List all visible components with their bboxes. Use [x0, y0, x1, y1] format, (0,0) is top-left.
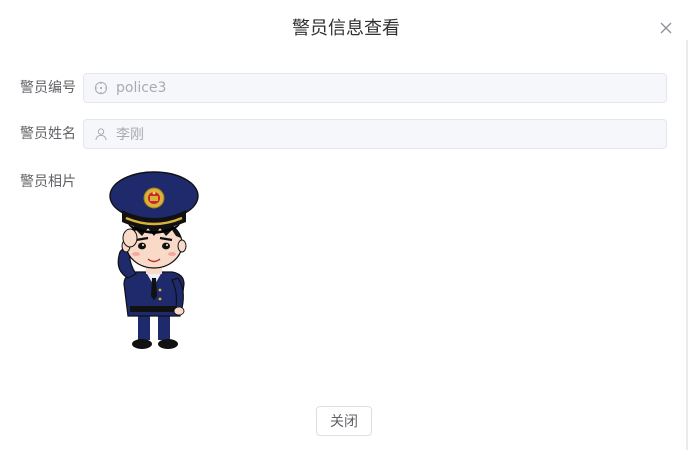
police-photo-label: 警员相片 [20, 174, 76, 190]
user-icon [94, 127, 108, 141]
police-name-value: 李刚 [116, 127, 144, 143]
police-number-input[interactable]: police3 [83, 73, 667, 103]
dialog-title: 警员信息查看 [292, 18, 400, 39]
police-photo [80, 166, 228, 356]
compass-icon [94, 81, 108, 95]
police-name-input[interactable]: 李刚 [83, 119, 667, 149]
police-number-value: police3 [116, 80, 167, 96]
police-name-label: 警员姓名 [20, 126, 76, 142]
police-number-label: 警员编号 [20, 80, 76, 96]
close-icon[interactable] [656, 18, 676, 38]
police-cartoon-image [109, 171, 199, 349]
dialog-edge-divider [686, 40, 688, 450]
close-button[interactable]: 关闭 [316, 406, 372, 436]
police-info-dialog: 警员信息查看 警员编号 police3 警员姓名 李刚 警员相片 关闭 [0, 0, 692, 453]
